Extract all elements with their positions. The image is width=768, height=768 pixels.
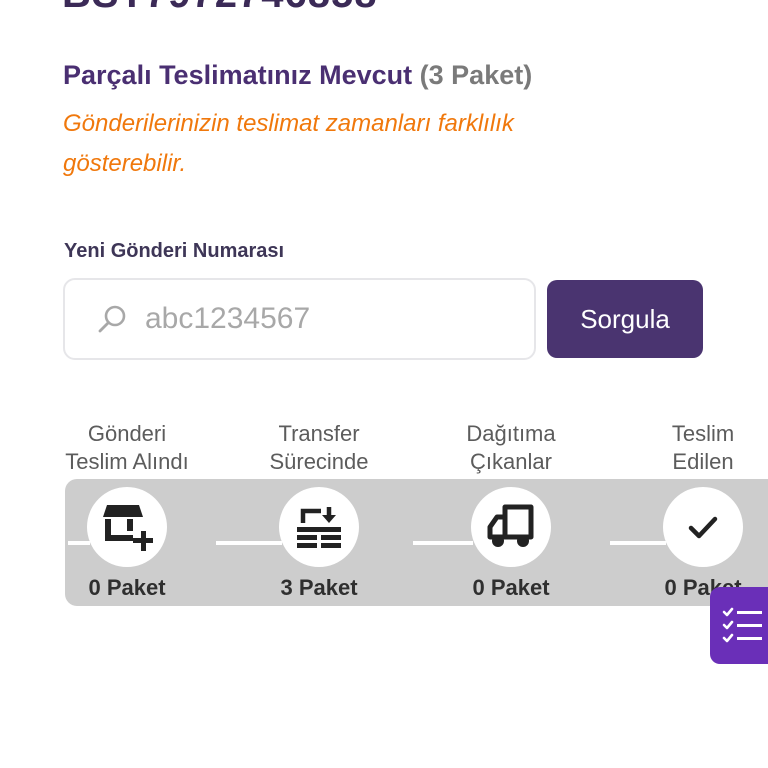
step-label-received: Gönderi Teslim Alındı [37,420,217,476]
page: BST7972746858 Parçalı Teslimatınız Mevcu… [0,0,768,768]
step-label-line: Edilen [672,449,734,474]
step-delivered[interactable] [663,487,743,567]
step-transfer[interactable] [279,487,359,567]
split-delivery-title-text: Parçalı Teslimatınız Mevcut [63,60,413,90]
step-label-transfer: Transfer Sürecinde [229,420,409,476]
transfer-icon [297,507,341,548]
track-connector [610,541,666,545]
checklist-button[interactable] [710,587,768,664]
track-connector [413,541,473,545]
track-connector [68,541,90,545]
truck-icon [487,504,534,547]
search-box[interactable] [63,278,536,360]
check-icon [688,516,718,539]
step-label-line: Gönderi [87,421,167,446]
step-count-transfer: 3 Paket [280,575,358,600]
search-icon [98,305,126,333]
step-received[interactable] [87,487,167,567]
new-shipment-label: Yeni Gönderi Numarası [64,240,285,262]
step-label-delivered: Teslim Edilen [613,420,768,476]
tracking-number-heading: BST7972746858 [62,0,377,17]
query-button[interactable]: Sorgula [547,280,703,358]
step-count-received: 0 Paket [88,575,166,600]
step-label-line: Çıkanlar [470,449,552,474]
shipment-number-input[interactable] [145,302,505,336]
track-connector [216,541,282,545]
delivery-warning: Gönderilerinizin teslimat zamanları fark… [63,110,514,177]
step-label-line: Teslim [671,421,735,446]
step-label-line: Teslim Alındı [65,449,189,474]
store-add-icon [103,505,153,551]
step-out-for-delivery[interactable] [471,487,551,567]
step-label-line: Transfer [278,421,360,446]
step-label-out-for-delivery: Dağıtıma Çıkanlar [421,420,601,476]
package-count: (3 Paket) [419,60,533,90]
step-label-line: Dağıtıma [466,421,556,446]
checklist-icon [722,607,762,642]
step-label-line: Sürecinde [269,449,369,474]
split-delivery-title: Parçalı Teslimatınız Mevcut (3 Paket) [63,60,532,91]
step-count-out-for-delivery: 0 Paket [472,575,550,600]
